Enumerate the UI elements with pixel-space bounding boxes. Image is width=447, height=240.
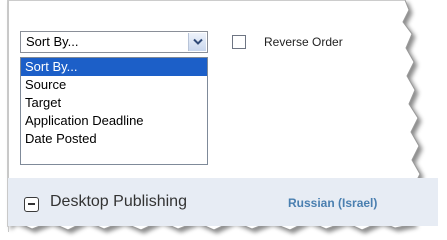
sort-option[interactable]: Target <box>21 94 207 112</box>
sort-select[interactable]: Sort By... <box>20 31 208 53</box>
sort-option[interactable]: Source <box>21 76 207 94</box>
sort-select-value: Sort By... <box>26 34 79 49</box>
sort-option[interactable]: Sort By... <box>21 58 207 76</box>
chevron-down-icon[interactable] <box>188 33 206 51</box>
reverse-order-label: Reverse Order <box>264 35 343 49</box>
screenshot-panel: Sort By... Sort By... Source Target Appl… <box>0 0 447 240</box>
reverse-order-checkbox[interactable] <box>232 35 246 49</box>
sort-option[interactable]: Application Deadline <box>21 112 207 130</box>
section-title: Desktop Publishing <box>50 193 187 210</box>
sort-dropdown-list: Sort By... Source Target Application Dea… <box>20 57 208 165</box>
collapse-icon[interactable] <box>24 197 39 212</box>
language-link[interactable]: Russian (Israel) <box>288 196 377 210</box>
sort-option[interactable]: Date Posted <box>21 130 207 148</box>
